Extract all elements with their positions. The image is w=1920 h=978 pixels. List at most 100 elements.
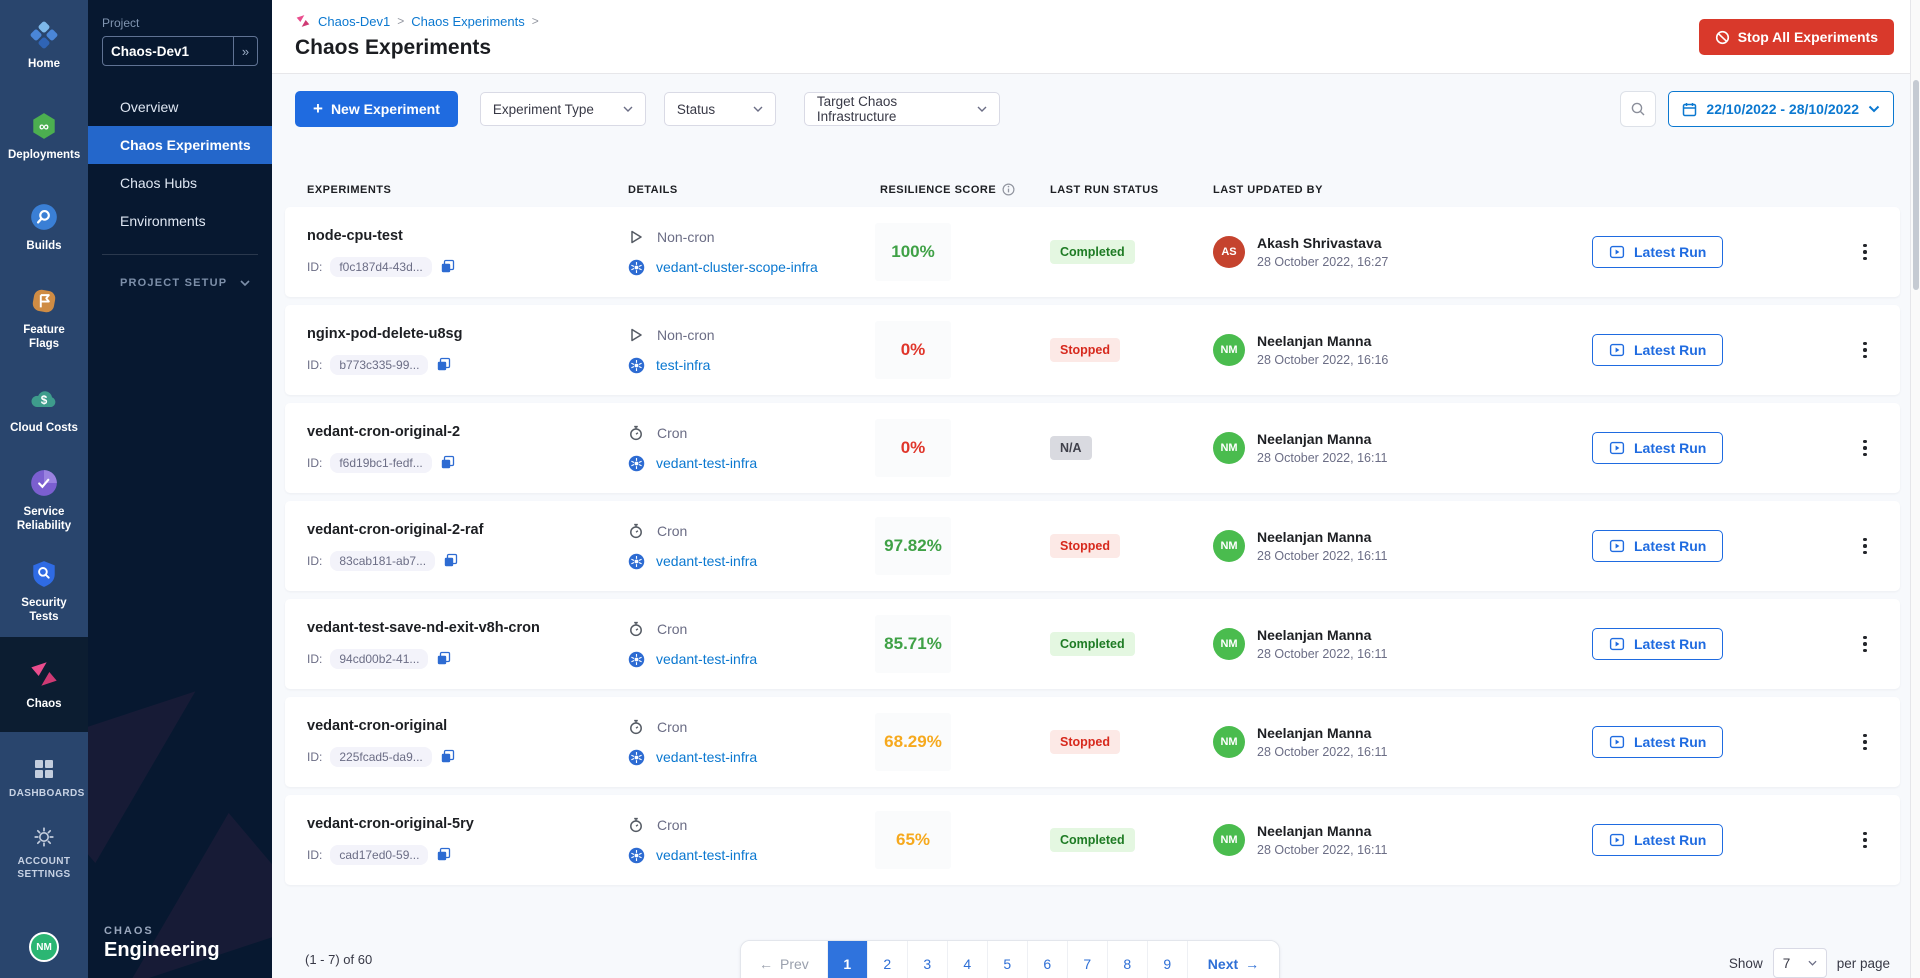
user-avatar[interactable]: NM (29, 932, 59, 962)
stop-all-experiments-button[interactable]: Stop All Experiments (1699, 19, 1894, 55)
per-page-select[interactable]: 7 (1773, 948, 1827, 978)
status-badge: Stopped (1050, 534, 1120, 558)
infrastructure-link[interactable]: vedant-test-infra (656, 553, 757, 569)
kubernetes-icon (628, 259, 645, 276)
experiment-name[interactable]: node-cpu-test (307, 228, 620, 244)
sidebar-item-feature-flags[interactable]: Feature Flags (0, 273, 88, 364)
copy-icon[interactable] (443, 553, 458, 568)
score-cell: 85.71% (875, 615, 1040, 673)
score-cell: 68.29% (875, 713, 1040, 771)
copy-icon[interactable] (440, 455, 455, 470)
search-button[interactable] (1620, 91, 1656, 127)
project-name-input[interactable] (103, 37, 233, 65)
kebab-menu-icon[interactable] (1857, 630, 1873, 659)
schedule-type: Cron (657, 523, 687, 539)
status-filter[interactable]: Status (664, 92, 776, 126)
sidebar-item-home[interactable]: Home (0, 0, 88, 91)
copy-icon[interactable] (436, 651, 451, 666)
sidebar-item-cloud-costs[interactable]: $ Cloud Costs (0, 364, 88, 455)
next-page-button[interactable]: Next → (1188, 941, 1279, 978)
copy-icon[interactable] (436, 847, 451, 862)
date-range-picker[interactable]: 22/10/2022 - 28/10/2022 (1668, 91, 1894, 127)
sidebar-item-account-settings[interactable]: ACCOUNT SETTINGS (9, 826, 79, 881)
avatar: AS (1213, 236, 1245, 268)
latest-run-button[interactable]: Latest Run (1592, 824, 1723, 856)
sidebar-item-service-reliability[interactable]: Service Reliability (0, 455, 88, 546)
experiment-name[interactable]: vedant-cron-original (307, 718, 620, 734)
project-setup-section[interactable]: PROJECT SETUP (88, 277, 272, 289)
page-button-6[interactable]: 6 (1028, 941, 1068, 978)
infrastructure-link[interactable]: vedant-cluster-scope-infra (656, 259, 818, 275)
new-experiment-label: New Experiment (331, 101, 440, 117)
experiment-name[interactable]: vedant-cron-original-2-raf (307, 522, 620, 538)
kebab-menu-icon[interactable] (1857, 728, 1873, 757)
latest-run-label: Latest Run (1634, 538, 1706, 554)
score-cell: 97.82% (875, 517, 1040, 575)
page-button-8[interactable]: 8 (1108, 941, 1148, 978)
expand-projects-button[interactable]: » (233, 37, 257, 65)
info-icon[interactable] (1002, 183, 1015, 196)
stop-icon (1715, 30, 1730, 45)
page-button-1[interactable]: 1 (828, 941, 868, 978)
breadcrumb-link-experiments[interactable]: Chaos Experiments (411, 14, 524, 29)
page-button-9[interactable]: 9 (1148, 941, 1188, 978)
infrastructure-link[interactable]: vedant-test-infra (656, 455, 757, 471)
divider (102, 254, 258, 255)
kebab-menu-icon[interactable] (1857, 238, 1873, 267)
page-button-2[interactable]: 2 (868, 941, 908, 978)
sidebar-item-security-tests[interactable]: Security Tests (0, 546, 88, 637)
latest-run-button[interactable]: Latest Run (1592, 628, 1723, 660)
menu-cell (1830, 728, 1900, 757)
experiment-type-filter[interactable]: Experiment Type (480, 92, 646, 126)
kebab-menu-icon[interactable] (1857, 826, 1873, 855)
latest-run-button[interactable]: Latest Run (1592, 432, 1723, 464)
sidebar-item-dashboards[interactable]: DASHBOARDS (9, 758, 79, 800)
action-cell: Latest Run (1590, 628, 1830, 660)
page-button-5[interactable]: 5 (988, 941, 1028, 978)
sidebar-item-deployments[interactable]: ∞ Deployments (0, 91, 88, 182)
schedule-line: Non-cron (628, 327, 875, 343)
target-infrastructure-filter[interactable]: Target Chaos Infrastructure (804, 92, 1000, 126)
latest-run-label: Latest Run (1634, 832, 1706, 848)
sidebar-item-chaos[interactable]: Chaos (0, 637, 88, 732)
experiment-cell: nginx-pod-delete-u8sg ID: b773c335-99... (285, 326, 620, 375)
sidebar-item-chaos-hubs[interactable]: Chaos Hubs (88, 164, 272, 202)
sidebar-item-builds[interactable]: Builds (0, 182, 88, 273)
brand-name-label: Engineering (104, 939, 220, 962)
page-button-7[interactable]: 7 (1068, 941, 1108, 978)
copy-icon[interactable] (436, 357, 451, 372)
page-button-3[interactable]: 3 (908, 941, 948, 978)
prev-page-button[interactable]: ← Prev (741, 941, 828, 978)
experiment-name[interactable]: vedant-test-save-nd-exit-v8h-cron (307, 620, 620, 636)
sidebar-item-label: ACCOUNT SETTINGS (9, 855, 79, 881)
latest-run-button[interactable]: Latest Run (1592, 236, 1723, 268)
infrastructure-link[interactable]: test-infra (656, 357, 710, 373)
infrastructure-link[interactable]: vedant-test-infra (656, 651, 757, 667)
sidebar-item-overview[interactable]: Overview (88, 88, 272, 126)
latest-run-button[interactable]: Latest Run (1592, 726, 1723, 758)
experiment-id: f0c187d4-43d... (330, 257, 431, 277)
chevron-down-icon (977, 106, 987, 112)
page-button-4[interactable]: 4 (948, 941, 988, 978)
new-experiment-button[interactable]: + New Experiment (295, 91, 458, 127)
filter-label: Target Chaos Infrastructure (817, 94, 977, 124)
copy-icon[interactable] (440, 749, 455, 764)
scrollbar-track[interactable] (1910, 0, 1920, 978)
kebab-menu-icon[interactable] (1857, 336, 1873, 365)
scrollbar-thumb[interactable] (1913, 80, 1919, 290)
sidebar-item-environments[interactable]: Environments (88, 202, 272, 240)
copy-icon[interactable] (440, 259, 455, 274)
infrastructure-link[interactable]: vedant-test-infra (656, 749, 757, 765)
experiment-name[interactable]: vedant-cron-original-2 (307, 424, 620, 440)
sidebar-item-chaos-experiments[interactable]: Chaos Experiments (88, 126, 272, 164)
kebab-menu-icon[interactable] (1857, 434, 1873, 463)
breadcrumb-link-project[interactable]: Chaos-Dev1 (318, 14, 390, 29)
infrastructure-link[interactable]: vedant-test-infra (656, 847, 757, 863)
project-setup-label: PROJECT SETUP (120, 277, 227, 289)
latest-run-button[interactable]: Latest Run (1592, 530, 1723, 562)
experiment-name[interactable]: vedant-cron-original-5ry (307, 816, 620, 832)
experiment-name[interactable]: nginx-pod-delete-u8sg (307, 326, 620, 342)
kebab-menu-icon[interactable] (1857, 532, 1873, 561)
action-cell: Latest Run (1590, 432, 1830, 464)
latest-run-button[interactable]: Latest Run (1592, 334, 1723, 366)
